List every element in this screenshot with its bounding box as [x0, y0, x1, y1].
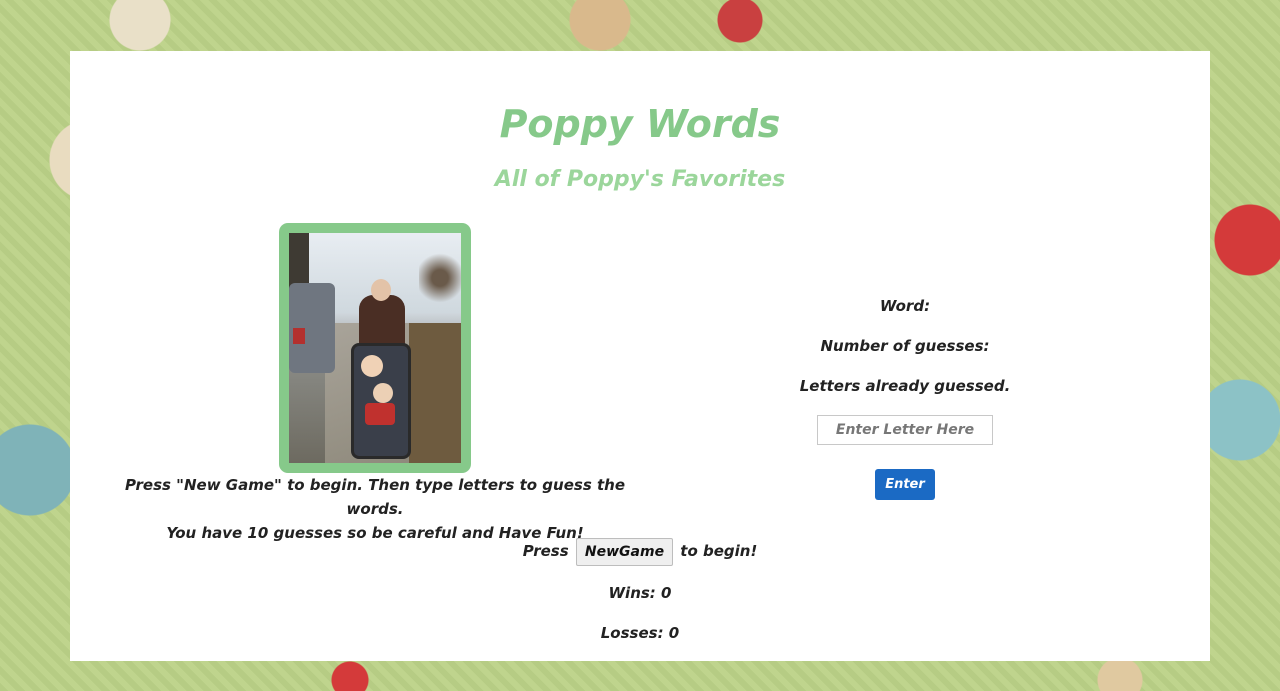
enter-button[interactable]: Enter: [875, 469, 935, 500]
family-photo: [289, 233, 461, 463]
new-game-button[interactable]: NewGame: [575, 537, 674, 566]
page-subtitle: All of Poppy's Favorites: [494, 167, 786, 192]
instructions: Press "New Game" to begin. Then type let…: [100, 473, 650, 545]
guesses-label: Number of guesses:: [820, 337, 990, 355]
word-label: Word:: [879, 297, 931, 315]
start-row: Press NewGame to begin!: [0, 536, 1280, 566]
start-prefix: Press: [522, 542, 569, 560]
wins-counter: Wins: 0: [608, 584, 672, 602]
photo-frame: [279, 223, 471, 473]
page-title: Poppy Words: [499, 102, 781, 146]
start-suffix: to begin!: [680, 542, 758, 560]
letters-guessed-label: Letters already guessed.: [799, 377, 1011, 395]
letter-input[interactable]: [817, 415, 993, 445]
losses-counter: Losses: 0: [600, 624, 680, 642]
instructions-line-1: Press "New Game" to begin. Then type let…: [125, 476, 625, 518]
